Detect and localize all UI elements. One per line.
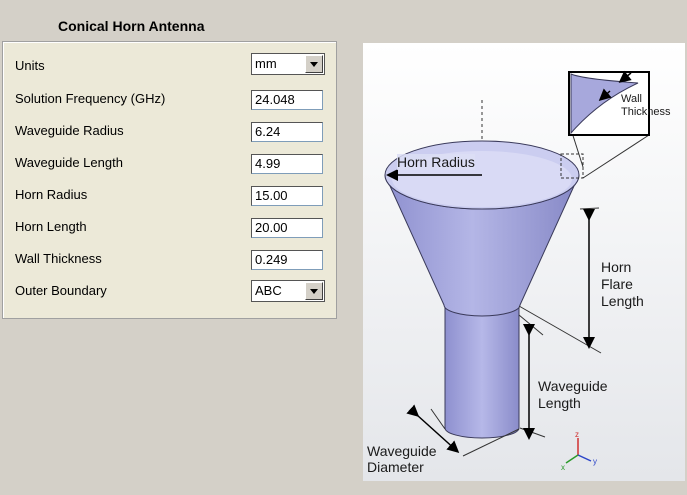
axis-x-label: x: [561, 463, 565, 472]
axis-z-label: z: [575, 430, 579, 439]
horn-length-input[interactable]: 20.00: [251, 218, 323, 238]
waveguide-radius-input[interactable]: 6.24: [251, 122, 323, 142]
units-select[interactable]: mm: [251, 53, 325, 75]
waveguide-length-input[interactable]: 4.99: [251, 154, 323, 174]
waveguide-diameter-caption-1: Waveguide: [367, 443, 437, 459]
waveguide-length-label: Waveguide Length: [15, 155, 123, 170]
chevron-down-icon[interactable]: [305, 282, 323, 300]
units-label: Units: [15, 58, 45, 73]
waveguide-length-caption-1: Waveguide: [538, 378, 608, 394]
outer-boundary-select[interactable]: ABC: [251, 280, 325, 302]
group-title: Conical Horn Antenna: [58, 18, 205, 34]
horn-radius-input[interactable]: 15.00: [251, 186, 323, 206]
units-value: mm: [255, 56, 277, 71]
horn-length-label: Horn Length: [15, 219, 87, 234]
axis-y-label: y: [593, 457, 597, 466]
horn-flare-caption-1: Horn: [601, 259, 632, 275]
solution-frequency-input[interactable]: 24.048: [251, 90, 323, 110]
outer-boundary-value: ABC: [255, 283, 282, 298]
chevron-down-icon[interactable]: [305, 55, 323, 73]
horn-flare-caption-3: Length: [601, 293, 644, 309]
waveguide-length-caption-2: Length: [538, 395, 581, 411]
wall-thickness-input[interactable]: 0.249: [251, 250, 323, 270]
wall-caption: Wall: [621, 93, 642, 105]
antenna-diagram: z y x Horn Radius Wall Thickness Horn Fl…: [363, 43, 685, 481]
horn-radius-label: Horn Radius: [15, 187, 88, 202]
horn-radius-caption: Horn Radius: [397, 154, 475, 170]
waveguide-diameter-caption-2: Diameter: [367, 459, 424, 475]
horn-flare-caption-2: Flare: [601, 276, 633, 292]
wall-thickness-label: Wall Thickness: [15, 251, 102, 266]
thickness-caption: Thickness: [621, 106, 671, 118]
outer-boundary-label: Outer Boundary: [15, 283, 107, 298]
parameters-panel: Units mm Solution Frequency (GHz) 24.048…: [2, 41, 337, 319]
waveguide-radius-label: Waveguide Radius: [15, 123, 124, 138]
solution-frequency-label: Solution Frequency (GHz): [15, 91, 166, 106]
